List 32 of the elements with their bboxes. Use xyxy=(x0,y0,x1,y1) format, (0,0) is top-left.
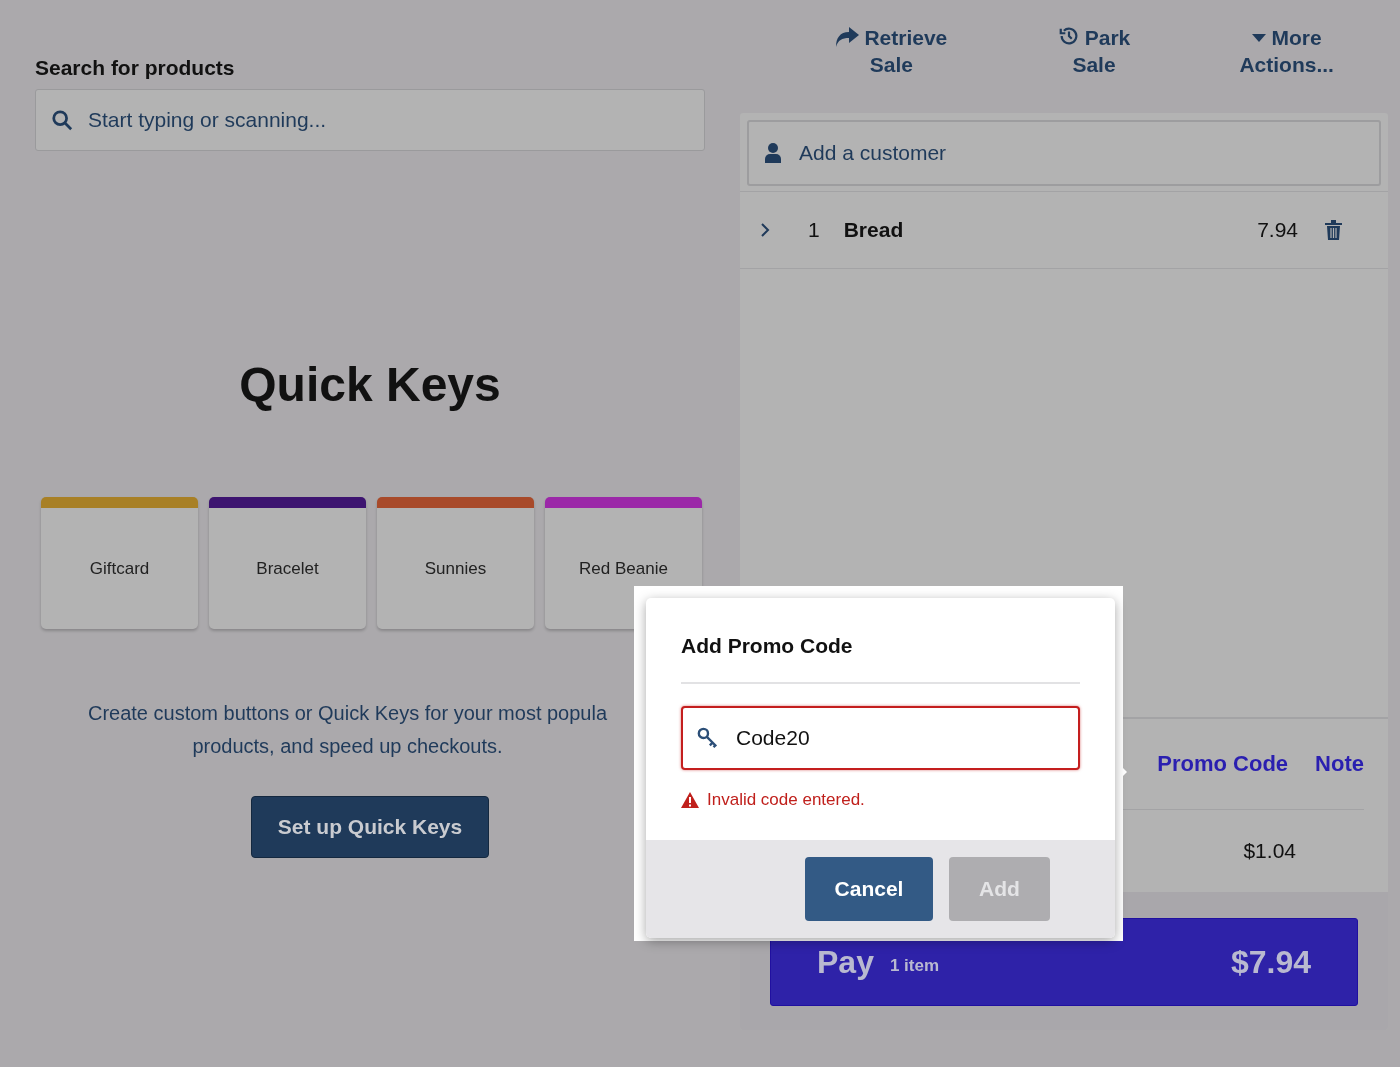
item-quantity: 1 xyxy=(808,218,820,242)
item-name: Bread xyxy=(843,218,905,242)
caret-icon xyxy=(1251,33,1266,43)
quick-key[interactable]: Sunnies xyxy=(377,497,534,629)
promo-code-field[interactable]: Code20 xyxy=(681,706,1080,770)
person-icon xyxy=(765,143,781,163)
quick-key[interactable]: Giftcard xyxy=(41,497,198,629)
header-action-button[interactable]: More Actions... xyxy=(1231,24,1342,78)
item-price: 7.94 xyxy=(1257,218,1298,242)
dialog-button[interactable]: Cancel xyxy=(805,857,933,921)
dialog-title: Add Promo Code xyxy=(681,634,1080,684)
customer-placeholder: Add a customer xyxy=(799,141,947,165)
customer-field[interactable]: Add a customer xyxy=(747,120,1381,186)
quick-keys-title: Quick Keys xyxy=(239,357,501,412)
share-arrow-icon xyxy=(835,27,860,47)
quick-key[interactable]: Bracelet xyxy=(209,497,366,629)
search-field[interactable]: Start typing or scanning... xyxy=(35,89,705,151)
sale-link[interactable]: Promo Code xyxy=(1157,751,1289,777)
search-icon xyxy=(51,109,73,131)
setup-quick-keys-button[interactable]: Set up Quick Keys xyxy=(251,796,489,858)
trash-icon[interactable] xyxy=(1325,220,1342,240)
header-action-button[interactable]: Park Sale xyxy=(1049,24,1139,78)
quick-keys-description: Create custom buttons or Quick Keys for your most popula products, and speed up checkouts. xyxy=(86,701,609,759)
warning-icon xyxy=(681,792,699,808)
error-message: Invalid code entered. xyxy=(707,790,865,810)
header-action-button[interactable]: Retrieve Sale xyxy=(826,24,957,78)
history-icon xyxy=(1057,25,1080,47)
key-icon xyxy=(697,727,719,749)
amount-text: $1.04 xyxy=(1243,839,1296,863)
chevron-right-icon[interactable] xyxy=(760,222,770,238)
sale-link[interactable]: Note xyxy=(1315,751,1364,777)
search-label: Search for products xyxy=(35,56,236,80)
